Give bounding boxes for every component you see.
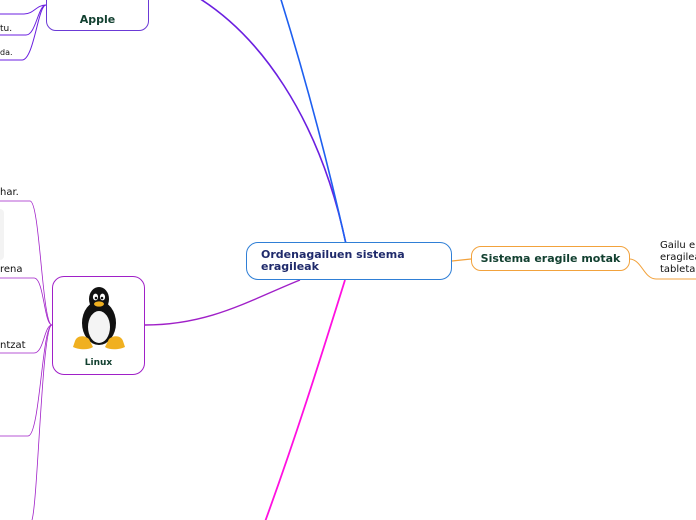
- linux-child-text-1[interactable]: har.: [0, 187, 19, 198]
- types-child-line-1: Gailu er: [660, 240, 696, 251]
- linux-child-text-3[interactable]: ntzat: [0, 340, 26, 351]
- subtopic-sistema-eragile-motak[interactable]: Sistema eragile motak: [471, 246, 630, 271]
- edge-central-to-linux: [144, 279, 301, 326]
- apple-node[interactable]: Apple: [46, 0, 149, 31]
- subtopic-label: Sistema eragile motak: [480, 252, 621, 265]
- edge-central-to-types: [451, 258, 472, 262]
- edge-central-to-apple: [200, 0, 347, 245]
- apple-child-text-2[interactable]: da.: [0, 48, 13, 57]
- central-topic-label: Ordenagailuen sistema eragileak: [261, 248, 405, 273]
- apple-child-text-1[interactable]: tu.: [0, 24, 12, 34]
- edge-central-to-magenta: [264, 279, 346, 520]
- tux-penguin-icon: [73, 287, 125, 350]
- edge-central-to-blue: [280, 0, 347, 245]
- linux-child-image-thumbnail: [0, 209, 4, 260]
- types-child-text[interactable]: Gailu er eragilea tableta: [660, 240, 696, 276]
- linux-label: Linux: [84, 358, 113, 368]
- edge-linux-to-child-1: [0, 200, 53, 326]
- linux-node[interactable]: Linux: [52, 276, 145, 375]
- types-child-line-3: tableta: [660, 264, 696, 275]
- edge-linux-to-child-2: [0, 277, 53, 326]
- apple-label: Apple: [79, 13, 116, 26]
- central-topic-node[interactable]: Ordenagailuen sistema eragileak: [246, 242, 452, 280]
- types-child-line-2: eragilea: [660, 252, 696, 263]
- linux-child-text-2[interactable]: rena: [0, 264, 23, 275]
